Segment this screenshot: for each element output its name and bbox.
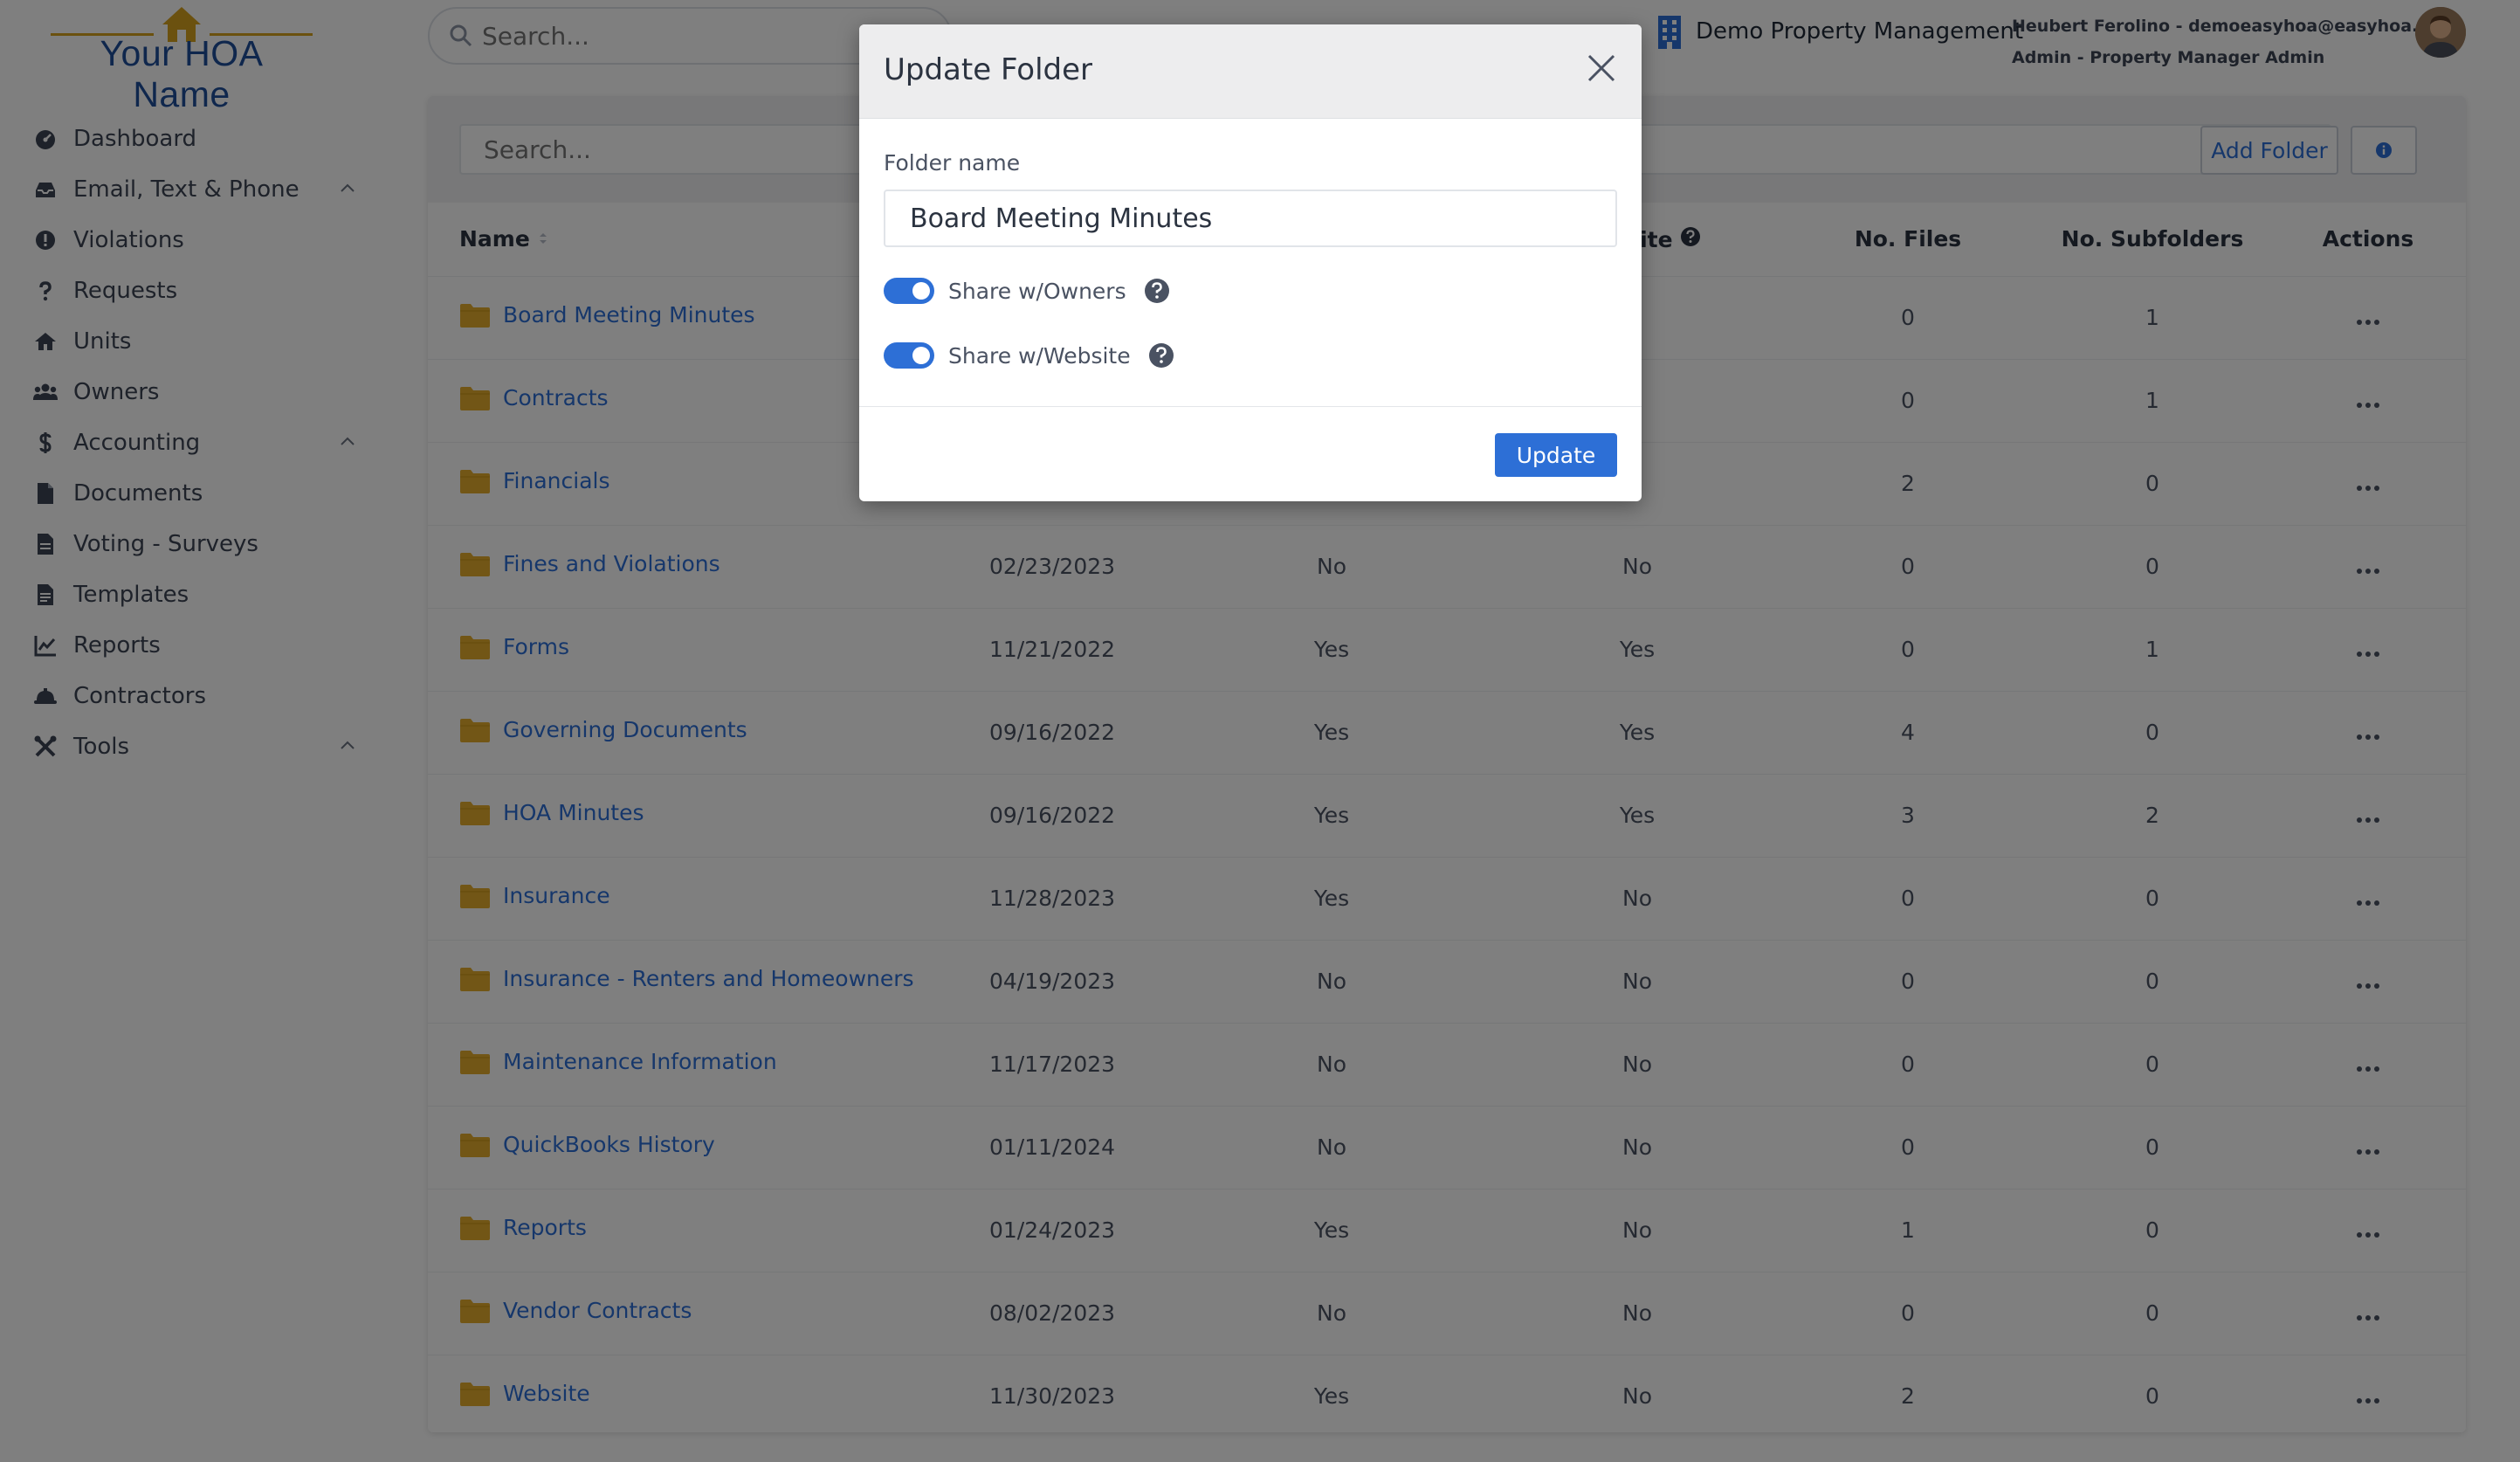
share-owners-label: Share w/Owners [948,278,1126,304]
share-website-toggle[interactable] [884,342,934,369]
help-icon[interactable] [1144,278,1170,304]
share-owners-row: Share w/Owners [884,273,1617,308]
update-button[interactable]: Update [1495,433,1617,477]
modal-footer: Update [859,407,1642,501]
close-icon[interactable] [1584,51,1619,86]
toggle-knob [912,282,930,300]
modal-title: Update Folder [884,52,1093,87]
modal-header: Update Folder [859,24,1642,119]
help-icon[interactable] [1148,342,1174,369]
toggle-knob [912,347,930,364]
folder-name-input[interactable] [884,190,1617,247]
share-website-row: Share w/Website [884,338,1617,373]
modal-body: Folder name Share w/Owners Share w/Websi… [859,119,1642,407]
update-folder-modal: Update Folder Folder name Share w/Owners… [859,24,1642,501]
share-website-label: Share w/Website [948,342,1131,369]
folder-name-label: Folder name [884,150,1021,176]
share-owners-toggle[interactable] [884,278,934,304]
